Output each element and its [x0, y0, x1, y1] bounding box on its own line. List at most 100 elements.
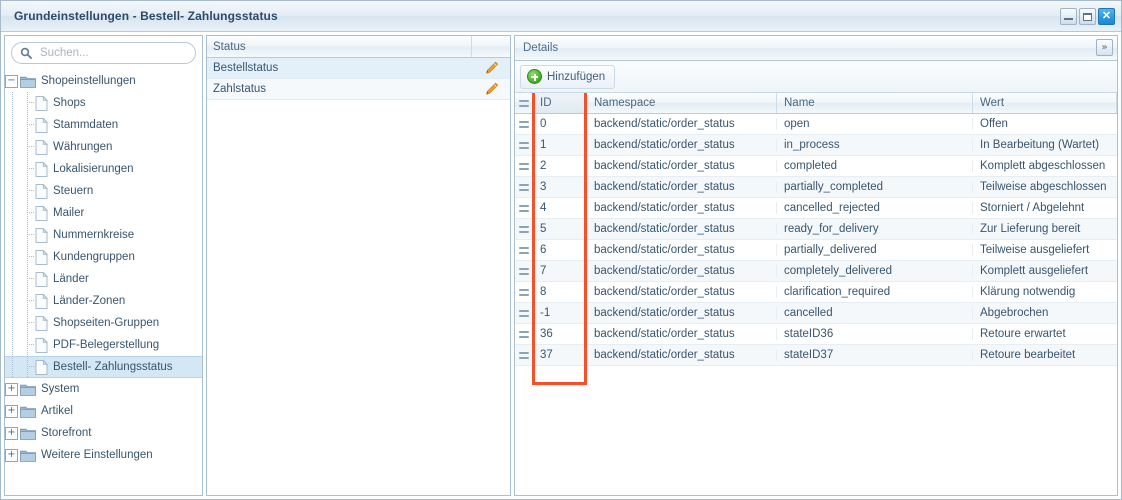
- row-drag-handle[interactable]: [515, 184, 533, 191]
- column-header-name[interactable]: Name: [777, 93, 973, 113]
- sidebar-item-steuern[interactable]: Steuern: [5, 180, 202, 202]
- cell-name: stateID36: [777, 328, 973, 340]
- row-drag-handle[interactable]: [515, 352, 533, 359]
- table-row[interactable]: 0backend/static/order_statusopenOffen: [515, 114, 1117, 135]
- sidebar-item-mailer[interactable]: Mailer: [5, 202, 202, 224]
- search-box[interactable]: [11, 42, 196, 64]
- tree-indent-guide: [5, 246, 20, 268]
- sidebar-item-w-hrungen[interactable]: Währungen: [5, 136, 202, 158]
- maximize-button[interactable]: [1079, 8, 1096, 25]
- sidebar-item-l-nder-zonen[interactable]: Länder-Zonen: [5, 290, 202, 312]
- tree-branch-guide: [20, 224, 35, 246]
- search-input[interactable]: [38, 46, 187, 60]
- cell-id: 36: [533, 328, 587, 340]
- cell-namespace: backend/static/order_status: [587, 307, 777, 319]
- cell-namespace: backend/static/order_status: [587, 349, 777, 361]
- table-row[interactable]: 5backend/static/order_statusready_for_de…: [515, 219, 1117, 240]
- row-drag-handle[interactable]: [515, 310, 533, 317]
- sidebar-item-label: Steuern: [53, 185, 93, 197]
- row-drag-handle[interactable]: [515, 247, 533, 254]
- drag-handle-icon: [519, 163, 529, 170]
- file-icon: [35, 272, 48, 287]
- status-column-header[interactable]: Status: [207, 36, 472, 57]
- sidebar-item-bestell-zahlungsstatus[interactable]: Bestell- Zahlungsstatus: [5, 356, 202, 378]
- sidebar-item-pdf-belegerstellung[interactable]: PDF-Belegerstellung: [5, 334, 202, 356]
- sidebar-item-kundengruppen[interactable]: Kundengruppen: [5, 246, 202, 268]
- cell-wert: Komplett abgeschlossen: [973, 160, 1117, 172]
- status-list-item[interactable]: Zahlstatus: [207, 79, 510, 100]
- status-list-item[interactable]: Bestellstatus: [207, 58, 510, 79]
- row-drag-handle[interactable]: [515, 121, 533, 128]
- drag-handle-icon: [519, 352, 529, 359]
- chevron-double-right-icon[interactable]: »: [1096, 39, 1113, 56]
- row-drag-handle[interactable]: [515, 268, 533, 275]
- cell-id: 1: [533, 139, 587, 151]
- sidebar-item-shops[interactable]: Shops: [5, 92, 202, 114]
- drag-handle-icon: [519, 289, 529, 296]
- sidebar-item-label: Storefront: [41, 427, 92, 439]
- sidebar-item-l-nder[interactable]: Länder: [5, 268, 202, 290]
- cell-id: 8: [533, 286, 587, 298]
- table-row[interactable]: 1backend/static/order_statusin_processIn…: [515, 135, 1117, 156]
- minimize-button[interactable]: [1060, 8, 1077, 25]
- column-header-id[interactable]: ID: [533, 93, 587, 113]
- cell-namespace: backend/static/order_status: [587, 244, 777, 256]
- plus-circle-icon: [527, 69, 542, 84]
- close-icon: ✕: [1102, 11, 1111, 22]
- add-button[interactable]: Hinzufügen: [520, 65, 615, 89]
- cell-wert: Abgebrochen: [973, 307, 1117, 319]
- window-titlebar: Grundeinstellungen - Bestell- Zahlungsst…: [1, 1, 1121, 32]
- table-row[interactable]: 36backend/static/order_statusstateID36Re…: [515, 324, 1117, 345]
- cell-namespace: backend/static/order_status: [587, 118, 777, 130]
- tree-indent-guide: [5, 136, 20, 158]
- column-header-namespace[interactable]: Namespace: [587, 93, 777, 113]
- table-row[interactable]: 4backend/static/order_statuscancelled_re…: [515, 198, 1117, 219]
- cell-namespace: backend/static/order_status: [587, 223, 777, 235]
- column-header-wert[interactable]: Wert: [973, 93, 1117, 113]
- cell-namespace: backend/static/order_status: [587, 181, 777, 193]
- row-drag-handle[interactable]: [515, 331, 533, 338]
- cell-wert: Klärung notwendig: [973, 286, 1117, 298]
- sidebar-item-shopseiten-gruppen[interactable]: Shopseiten-Gruppen: [5, 312, 202, 334]
- tree-expander-toggle[interactable]: +: [5, 427, 18, 440]
- sidebar-item-shopeinstellungen[interactable]: −Shopeinstellungen: [5, 70, 202, 92]
- tree-expander-toggle[interactable]: −: [5, 75, 18, 88]
- tree-expander-toggle[interactable]: +: [5, 405, 18, 418]
- row-drag-handle[interactable]: [515, 226, 533, 233]
- pencil-icon[interactable]: [472, 61, 510, 76]
- sidebar-item-system[interactable]: + System: [5, 378, 202, 400]
- file-icon: [35, 184, 48, 199]
- sidebar-item-storefront[interactable]: + Storefront: [5, 422, 202, 444]
- table-row[interactable]: 3backend/static/order_statuspartially_co…: [515, 177, 1117, 198]
- row-drag-handle[interactable]: [515, 142, 533, 149]
- sidebar-item-artikel[interactable]: +Artikel: [5, 400, 202, 422]
- table-row[interactable]: 2backend/static/order_statuscompletedKom…: [515, 156, 1117, 177]
- table-row[interactable]: 6backend/static/order_statuspartially_de…: [515, 240, 1117, 261]
- sidebar-item-nummernkreise[interactable]: Nummernkreise: [5, 224, 202, 246]
- tree-branch-guide: [20, 202, 35, 224]
- cell-wert: Teilweise ausgeliefert: [973, 244, 1117, 256]
- tree-branch-guide: [20, 158, 35, 180]
- sidebar-item-label: Nummernkreise: [53, 229, 134, 241]
- tree-indent-guide: [5, 180, 20, 202]
- details-toolbar: Hinzufügen: [515, 61, 1117, 93]
- tree-expander-toggle[interactable]: +: [5, 449, 18, 462]
- table-row[interactable]: 37backend/static/order_statusstateID37Re…: [515, 345, 1117, 366]
- row-drag-handle[interactable]: [515, 289, 533, 296]
- table-row[interactable]: 8backend/static/order_statusclarificatio…: [515, 282, 1117, 303]
- row-drag-handle[interactable]: [515, 205, 533, 212]
- sidebar-item-lokalisierungen[interactable]: Lokalisierungen: [5, 158, 202, 180]
- cell-namespace: backend/static/order_status: [587, 286, 777, 298]
- window-title: Grundeinstellungen - Bestell- Zahlungsst…: [14, 9, 278, 23]
- tree-expander-toggle[interactable]: +: [5, 383, 18, 396]
- close-button[interactable]: ✕: [1098, 8, 1115, 25]
- cell-namespace: backend/static/order_status: [587, 328, 777, 340]
- sidebar-item-label: System: [41, 383, 79, 395]
- sidebar-item-weitere-einstellungen[interactable]: +Weitere Einstellungen: [5, 444, 202, 466]
- cell-name: cancelled_rejected: [777, 202, 973, 214]
- table-row[interactable]: 7backend/static/order_statuscompletely_d…: [515, 261, 1117, 282]
- sidebar-item-stammdaten[interactable]: Stammdaten: [5, 114, 202, 136]
- pencil-icon[interactable]: [472, 82, 510, 97]
- row-drag-handle[interactable]: [515, 163, 533, 170]
- table-row[interactable]: -1backend/static/order_statuscancelledAb…: [515, 303, 1117, 324]
